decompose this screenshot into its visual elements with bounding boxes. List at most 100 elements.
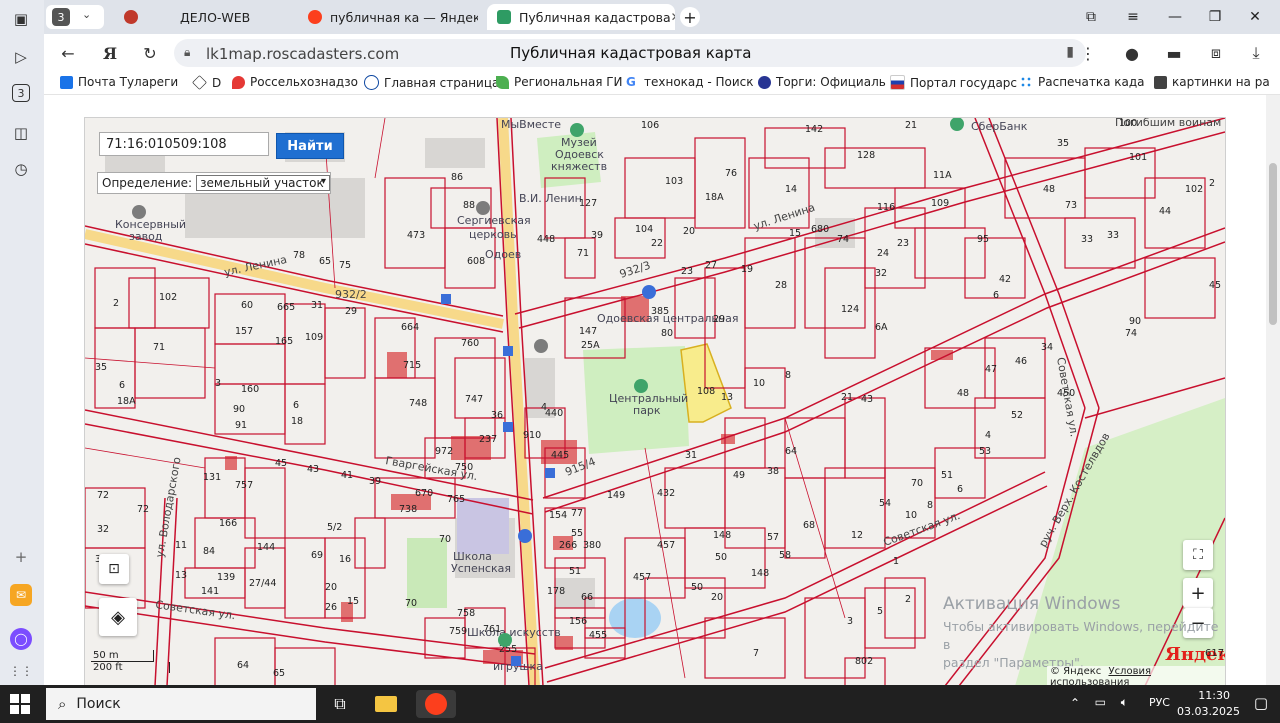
emblem-icon <box>758 75 771 89</box>
parcel-number: 747 <box>465 394 483 405</box>
tabs-panel-icon[interactable]: ▣ <box>10 8 32 30</box>
back-icon[interactable]: ← <box>56 42 80 64</box>
cadastral-number-input[interactable]: 71:16:010509:108 <box>99 132 269 156</box>
bus-stop-icon <box>441 294 451 304</box>
mail-app-icon[interactable]: ✉ <box>10 584 32 606</box>
page-scrollbar[interactable] <box>1266 95 1280 685</box>
tab-cadastral-map[interactable]: Публичная кадастрова ✕ <box>487 4 675 30</box>
bookmark-item[interactable]: Портал государс <box>890 75 1017 90</box>
parcel-number: 73 <box>1065 200 1077 211</box>
parcel-number: 102 <box>1185 184 1203 195</box>
cadastral-number-value: 71:16:010509:108 <box>106 136 227 152</box>
bookmark-item[interactable]: картинки на ра <box>1154 75 1270 89</box>
extension-icon[interactable]: ● <box>1120 42 1144 64</box>
parcel-number: 57 <box>767 532 779 543</box>
bookmark-item[interactable]: Почта Тулареги <box>60 75 178 89</box>
poi-label: Школа искусств <box>467 626 561 639</box>
close-tab-icon[interactable]: ✕ <box>671 10 675 24</box>
parcel-number: 69 <box>311 550 323 561</box>
menu-icon[interactable]: ≡ <box>1122 6 1144 28</box>
tab-label: публичная ка — Яндекс: <box>330 9 478 25</box>
bookmarks-panel-icon[interactable]: ⧉ <box>1080 6 1102 28</box>
alice-icon[interactable]: ◯ <box>10 628 32 650</box>
reload-icon[interactable]: ↻ <box>138 42 162 64</box>
bookmark-item[interactable]: Торги: Официаль <box>758 75 886 89</box>
tab-delo-web[interactable]: ДЕЛО-WEB <box>114 4 284 30</box>
grid-menu-icon[interactable]: ⋮⋮ <box>9 660 33 682</box>
parcel-number: 12 <box>851 530 863 541</box>
task-view-icon[interactable]: ⧉ <box>326 690 354 718</box>
parcel-number: 19 <box>741 264 753 275</box>
parcel-number: 24 <box>877 248 889 259</box>
download-arrow-icon[interactable]: ⤓ <box>1244 42 1268 64</box>
poi-label: завод <box>129 230 163 243</box>
screenshot-icon[interactable]: ◫ <box>10 122 32 144</box>
bookmark-item[interactable]: D <box>192 75 221 90</box>
minimize-icon[interactable]: — <box>1164 6 1186 28</box>
tray-chevron-icon[interactable]: ⌃ <box>1070 696 1080 710</box>
parcel-number: 5 <box>877 606 883 617</box>
language-indicator[interactable]: РУС <box>1149 696 1170 709</box>
parcel-number: 43 <box>307 464 319 475</box>
parcel-number: 8 <box>785 370 791 381</box>
layers-button[interactable]: ◈ <box>99 598 137 636</box>
url-field[interactable]: 🔒︎ lk1map.roscadasters.com Публичная кад… <box>174 39 1086 67</box>
close-window-icon[interactable]: ✕ <box>1244 6 1266 28</box>
parcel-number: 457 <box>657 540 675 551</box>
bookmark-item[interactable]: Gтехнокад - Поиск <box>626 75 754 89</box>
file-explorer-icon[interactable] <box>372 690 400 718</box>
tc-icon <box>364 75 379 90</box>
side-badge[interactable]: 3 <box>12 84 30 102</box>
parcel-number: 50 <box>691 582 703 593</box>
definition-select[interactable]: земельный участок ▾ <box>196 175 330 191</box>
scrollbar-thumb[interactable] <box>1269 163 1277 325</box>
bookmark-item[interactable]: Региональная ГИ <box>496 75 623 89</box>
downloads-icon[interactable]: ▬ <box>1162 42 1186 64</box>
play-icon[interactable]: ▷ <box>10 46 32 68</box>
parcel-number: 33 <box>1107 230 1119 241</box>
tab-yandex-search[interactable]: публичная ка — Яндекс: <box>298 4 478 30</box>
ruler-button[interactable]: ⊡ <box>99 554 129 584</box>
parcel-number: 36 <box>491 410 503 421</box>
network-icon[interactable]: ▭ <box>1095 695 1106 709</box>
volume-icon[interactable]: 🔈︎ <box>1121 695 1128 710</box>
find-button[interactable]: Найти <box>276 133 344 159</box>
parcel-number: 715 <box>403 360 421 371</box>
parcel-number: 106 <box>641 120 659 131</box>
windows-start-icon[interactable] <box>10 694 30 714</box>
more-options-icon[interactable]: ⋮ <box>1076 42 1100 64</box>
bookmark-item[interactable]: Главная страница <box>364 75 499 90</box>
parcel-number: 42 <box>999 274 1011 285</box>
library-icon <box>642 285 656 299</box>
history-icon[interactable]: ◷ <box>10 158 32 180</box>
yandex-browser-taskbar-icon[interactable] <box>416 690 456 718</box>
parcel-number: 448 <box>537 234 555 245</box>
notifications-icon[interactable]: ▢ <box>1254 694 1268 712</box>
parcel-number: 51 <box>941 470 953 481</box>
collections-icon[interactable]: ⧈ <box>1204 42 1228 64</box>
parcel-number: 39 <box>369 476 381 487</box>
bookmark-item[interactable]: Россельхознадзо <box>232 75 358 89</box>
taskbar-search[interactable]: ⌕ Поиск <box>46 688 316 720</box>
parcel-number: 58 <box>779 550 791 561</box>
parcel-number: 4 <box>985 430 991 441</box>
fullscreen-button[interactable]: ⛶ <box>1183 540 1213 570</box>
clock-time[interactable]: 11:30 <box>1198 689 1230 702</box>
parcel-number: 45 <box>1209 280 1221 291</box>
parcel-number: 6 <box>293 400 299 411</box>
bookmark-icon[interactable]: ▮ <box>1066 44 1074 60</box>
parcel-number: 148 <box>751 568 769 579</box>
new-tab-button[interactable]: + <box>680 7 700 27</box>
monument-icon <box>534 339 548 353</box>
bookmark-item[interactable]: Распечатка када <box>1020 75 1145 89</box>
parcel-number: 64 <box>237 660 249 671</box>
add-panel-icon[interactable]: + <box>10 546 32 568</box>
poi-label: Успенская <box>451 562 511 575</box>
yandex-home-icon[interactable]: Я <box>98 42 122 64</box>
cadastral-map[interactable]: ул. Ленина 932/2 ул. Ленина 932/3 Гваргейска… <box>84 117 1226 687</box>
clock-date[interactable]: 03.03.2025 <box>1177 705 1240 718</box>
restore-icon[interactable]: ❐ <box>1204 6 1226 28</box>
factory-icon <box>132 205 146 219</box>
tab-group-button[interactable]: 3 ⌄ <box>46 5 104 29</box>
parcel-number: 71 <box>577 248 589 259</box>
